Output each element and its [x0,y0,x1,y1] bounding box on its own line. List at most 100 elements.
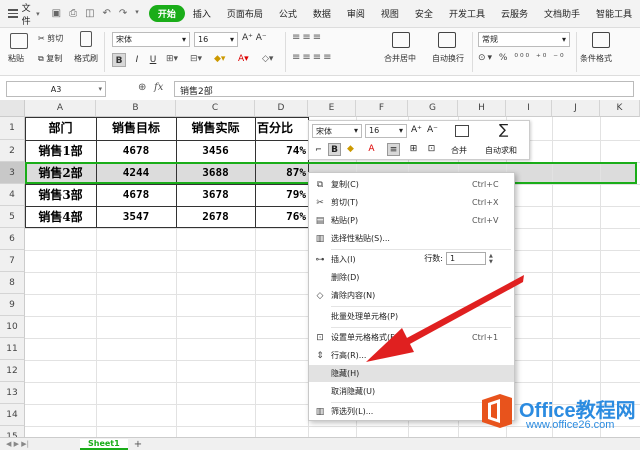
align-left-icons[interactable]: ≡≡≡≡ [292,52,334,63]
table-cell[interactable]: 4678 [96,184,176,206]
format-painter-icon[interactable] [80,31,92,47]
table-cell[interactable]: 2678 [176,206,255,228]
number-format-buttons[interactable]: ⊙▾ % ⁰⁰⁰ ⁺⁰ ⁻⁰ [478,53,566,63]
cell-header-actual[interactable]: 销售实际 [176,117,255,140]
table-cell[interactable]: 销售3部 [25,184,96,206]
tab-page-layout[interactable]: 页面布局 [219,7,271,20]
format-painter-icon[interactable]: ⌐ [312,143,325,156]
column-header-e[interactable]: E [308,100,356,117]
file-menu[interactable]: 文件 [22,1,34,27]
font-grow-icon[interactable]: A⁺ [411,125,422,135]
row-header-2[interactable]: 2 [0,140,25,162]
row-header-1[interactable]: 1 [0,117,25,140]
underline-button[interactable]: U [146,53,160,67]
column-header-i[interactable]: I [506,100,552,117]
table-cell[interactable]: 3456 [176,140,255,162]
font-color-icon[interactable]: A▾ [238,54,249,64]
tab-insert[interactable]: 插入 [185,7,219,20]
merge-center-icon[interactable] [392,32,410,48]
bold-button[interactable]: B [112,53,126,67]
font-name-select[interactable]: 宋体 ▾ [112,32,190,47]
tab-view[interactable]: 视图 [373,7,407,20]
tab-smart-tools[interactable]: 智能工具 [588,7,640,20]
table-cell[interactable]: 4678 [96,140,176,162]
spinner-icon[interactable]: ▲ ▼ [489,253,496,265]
mini-font-name-select[interactable]: 宋体 ▾ [312,124,362,138]
paste-icon[interactable] [10,33,28,49]
row-header-4[interactable]: 4 [0,184,25,206]
font-size-select[interactable]: 16 ▾ [194,32,238,47]
cell-header-percent[interactable]: 百分比 [255,117,308,140]
italic-button[interactable]: I [130,53,144,67]
mini-bold-button[interactable]: B [328,143,341,156]
table-cell[interactable]: 销售1部 [25,140,96,162]
menu-item-paste[interactable]: ▤ 粘贴(P) Ctrl+V [309,212,514,229]
tab-data[interactable]: 数据 [305,7,339,20]
table-cell[interactable]: 3547 [96,206,176,228]
row-header-6[interactable]: 6 [0,228,25,250]
row-header-7[interactable]: 7 [0,250,25,272]
copy-button[interactable]: ⧉ 复制 [38,53,62,64]
merge-center-button[interactable]: 合并居中 [384,53,416,64]
column-header-d[interactable]: D [255,100,308,117]
hamburger-icon[interactable] [8,9,18,18]
row-header-10[interactable]: 10 [0,316,25,338]
tab-home[interactable]: 开始 [148,5,185,22]
column-header-j[interactable]: J [552,100,600,117]
menu-item-delete[interactable]: 删除(D) [309,269,514,286]
align-top-icons[interactable]: ≡≡≡ [292,32,323,43]
column-header-k[interactable]: K [600,100,640,117]
mini-merge-button[interactable]: 合并 [451,145,467,156]
fx-icon[interactable]: fx [154,82,163,93]
column-header-a[interactable]: A [25,100,96,117]
tab-doc-assistant[interactable]: 文档助手 [536,7,588,20]
wrap-text-button[interactable]: 自动换行 [432,53,464,64]
tab-cloud[interactable]: 云服务 [493,7,536,20]
name-box[interactable]: A3 ▾ [6,81,106,97]
column-header-b[interactable]: B [96,100,176,117]
row-header-5[interactable]: 5 [0,206,25,228]
border-icon[interactable]: ⊞▾ [166,54,178,64]
format-painter-button[interactable]: 格式刷 [74,53,98,64]
menu-item-batch-process[interactable]: 批量处理单元格(P) [309,308,514,325]
column-header-h[interactable]: H [458,100,506,117]
row-header-12[interactable]: 12 [0,360,25,382]
table-cell[interactable]: 3678 [176,184,255,206]
fill-color-icon[interactable]: ◆ [344,143,357,156]
fill-color-icon[interactable]: ◆▾ [214,54,225,64]
tab-developer[interactable]: 开发工具 [441,7,493,20]
cell-header-dept[interactable]: 部门 [25,117,96,140]
menu-item-format-cells[interactable]: ⊡ 设置单元格格式(F)... Ctrl+1 [309,329,514,346]
number-format-select[interactable]: 常规 ▾ [478,32,570,47]
conditional-format-icon[interactable] [592,32,610,48]
print-preview-icon[interactable]: ◫ [85,8,94,19]
wrap-text-icon[interactable] [438,32,456,48]
paste-button[interactable]: 粘贴 [8,53,24,64]
menu-item-hide[interactable]: 隐藏(H) [309,365,514,382]
conditional-format-button[interactable]: 条件格式 [580,53,612,64]
row-count-input[interactable]: 1 [446,252,486,265]
menu-item-clear-contents[interactable]: ◇ 清除内容(N) [309,287,514,304]
column-header-f[interactable]: F [356,100,408,117]
table-cell[interactable]: 74% [255,140,306,162]
border-icon[interactable]: ⊞ [407,143,420,156]
font-color-icon[interactable]: A [365,143,378,156]
table-cell[interactable]: 79% [255,184,306,206]
table-cell[interactable]: 销售4部 [25,206,96,228]
row-header-3[interactable]: 3 [0,162,25,184]
row-header-11[interactable]: 11 [0,338,25,360]
formula-input[interactable]: 销售2部 [174,81,634,97]
chevron-down-icon[interactable]: ▾ [135,8,139,19]
merge-cells-icon[interactable]: ⊡ [425,143,438,156]
row-header-9[interactable]: 9 [0,294,25,316]
align-center-icon[interactable]: ≡ [387,143,400,156]
table-cell[interactable]: 76% [255,206,306,228]
mini-font-size-select[interactable]: 16 ▾ [365,124,407,138]
save-icon[interactable]: ▣ [52,8,61,19]
tab-formulas[interactable]: 公式 [271,7,305,20]
font-shrink-icon[interactable]: A⁻ [427,125,438,135]
tab-security[interactable]: 安全 [407,7,441,20]
sum-icon[interactable]: ∑ [499,122,508,138]
menu-item-paste-special[interactable]: ▥ 选择性粘贴(S)... [309,230,514,247]
row-header-14[interactable]: 14 [0,404,25,426]
